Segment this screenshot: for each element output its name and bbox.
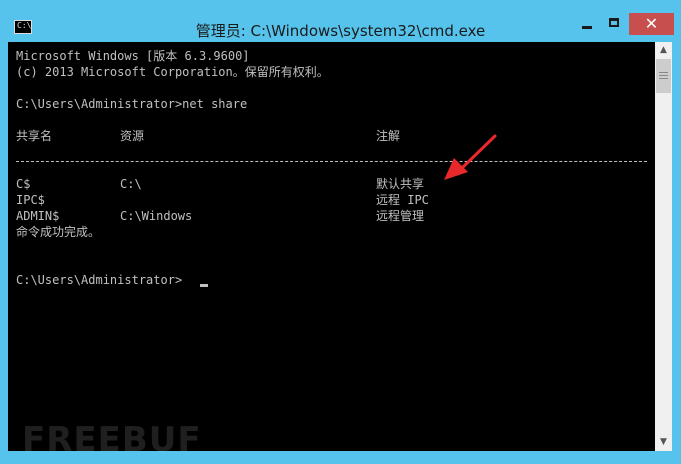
scroll-down-icon[interactable]: ▼ (655, 434, 672, 451)
minimize-icon (582, 26, 592, 29)
grip-line (659, 75, 668, 76)
title-bar[interactable]: C:\ 管理员: C:\Windows\system32\cmd.exe ✕ (0, 0, 681, 42)
console-output[interactable]: Microsoft Windows [版本 6.3.9600] (c) 2013… (8, 42, 655, 451)
freebuf-watermark: FREEBUF (22, 420, 202, 460)
maximize-icon (609, 18, 619, 27)
scroll-thumb[interactable] (656, 59, 671, 93)
annotation-arrow-icon (444, 134, 497, 180)
grip-line (659, 78, 668, 79)
minimize-button[interactable] (574, 13, 601, 35)
close-button[interactable]: ✕ (629, 13, 674, 35)
vertical-scrollbar[interactable]: ▲ ▼ (655, 42, 672, 451)
grip-line (659, 72, 668, 73)
cmd-window: C:\ 管理员: C:\Windows\system32\cmd.exe ✕ M… (0, 0, 681, 464)
maximize-button[interactable] (601, 13, 628, 35)
close-icon: ✕ (644, 14, 659, 33)
scroll-up-icon[interactable]: ▲ (655, 42, 672, 59)
